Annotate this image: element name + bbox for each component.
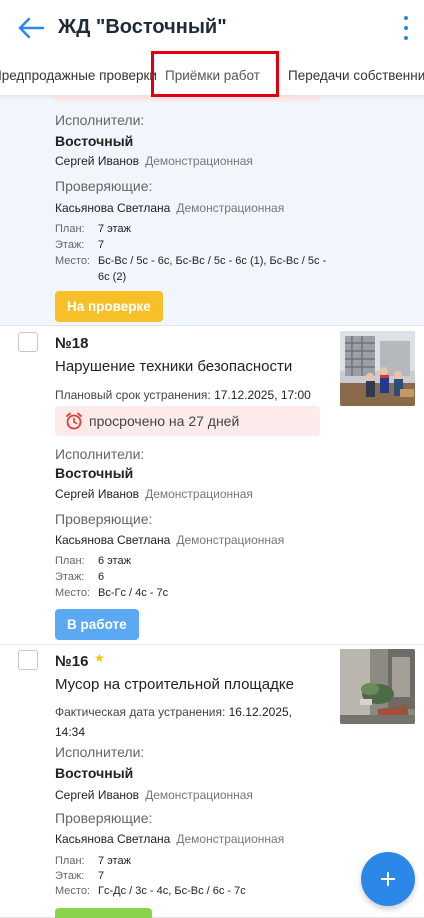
plan-row: План: 7 этаж xyxy=(55,221,131,237)
selected-tab-highlight xyxy=(151,51,279,97)
status-badge[interactable] xyxy=(55,908,152,918)
place-value: Гс-Дс / 3с - 4с, Бс-Вс / 6с - 7с xyxy=(98,885,246,897)
issue-photo[interactable] xyxy=(340,649,415,724)
plan-value: 7 этаж xyxy=(98,223,131,235)
status-badge[interactable]: В работе xyxy=(55,609,139,640)
performers-label: Исполнители: xyxy=(55,446,145,462)
reviewers-label: Проверяющие: xyxy=(55,810,153,826)
place-value: Вс-Гс / 4с - 7с xyxy=(98,587,169,599)
place-row: Место: Бс-Вс / 5с - 6с, Бс-Вс / 5с - 6с (… xyxy=(55,253,345,285)
issue-number: №16 xyxy=(55,653,89,670)
floor-value: 7 xyxy=(98,239,105,251)
place-label: Место: xyxy=(55,885,90,897)
select-checkbox[interactable] xyxy=(18,332,38,352)
reviewer-name: Касьянова Светлана xyxy=(55,201,171,215)
plan-row: План: 7 этаж xyxy=(55,853,131,869)
select-checkbox[interactable] xyxy=(18,650,38,670)
tab-presale-inspections[interactable]: Предпродажные проверки xyxy=(0,68,157,83)
arrow-left-icon[interactable] xyxy=(16,14,46,42)
deadline-line: Плановый срок устранения: 17.12.2025, 17… xyxy=(55,385,311,405)
reviewer-name: Касьянова Светлана xyxy=(55,533,171,547)
reviewer-role: Демонстрационная xyxy=(176,832,285,846)
more-vertical-icon[interactable] xyxy=(402,16,410,40)
reviewer-person: Касьянова Светлана Демонстрационная xyxy=(55,832,284,846)
plan-value: 6 этаж xyxy=(98,555,131,567)
issue-title: Мусор на строительной площадке xyxy=(55,676,294,693)
place-value: Бс-Вс / 5с - 6с, Бс-Вс / 5с - 6с (1), Бс… xyxy=(98,255,327,283)
page-title: ЖД "Восточный" xyxy=(58,16,227,38)
reviewers-label: Проверяющие: xyxy=(55,511,153,527)
floor-value: 6 xyxy=(98,571,105,583)
issue-number: №18 xyxy=(55,335,89,352)
app-header: ЖД "Восточный" xyxy=(0,0,424,56)
issue-title: Нарушение техники безопасности xyxy=(55,358,293,375)
place-label: Место: xyxy=(55,587,90,599)
plan-row: План: 6 этаж xyxy=(55,553,131,569)
place-row: Место: Вс-Гс / 4с - 7с xyxy=(55,585,345,601)
actual-date-label: Фактическая дата устранения: xyxy=(55,705,226,719)
reviewers-label: Проверяющие: xyxy=(55,178,153,194)
performer-name: Сергей Иванов xyxy=(55,487,140,501)
issue-card[interactable]: №18 Нарушение техники безопасности Плано… xyxy=(0,327,424,645)
place-label: Место: xyxy=(55,255,90,267)
deadline-label: Плановый срок устранения: xyxy=(55,388,211,402)
reviewer-role: Демонстрационная xyxy=(176,201,285,215)
performer-organization: Восточный xyxy=(55,765,134,781)
floor-row: Этаж: 6 xyxy=(55,569,104,585)
performer-role: Демонстрационная xyxy=(145,154,253,168)
performer-person: Сергей Иванов Демонстрационная xyxy=(55,154,253,168)
performers-label: Исполнители: xyxy=(55,744,145,760)
overdue-text: просрочено на 27 дней xyxy=(89,413,240,429)
floor-label: Этаж: xyxy=(55,239,85,251)
performer-person: Сергей Иванов Демонстрационная xyxy=(55,487,253,501)
plan-label: План: xyxy=(55,555,85,567)
floor-label: Этаж: xyxy=(55,870,85,882)
issue-card[interactable]: Исполнители: Восточный Сергей Иванов Демо… xyxy=(0,96,424,326)
tab-owner-transfers[interactable]: Передачи собственникам xyxy=(288,68,424,83)
performer-name: Сергей Иванов xyxy=(55,788,140,802)
actual-date-line: Фактическая дата устранения: 16.12.2025,… xyxy=(55,702,325,742)
add-button[interactable] xyxy=(361,852,415,906)
alarm-clock-icon xyxy=(66,412,82,430)
reviewer-person: Касьянова Светлана Демонстрационная xyxy=(55,533,284,547)
plan-label: План: xyxy=(55,223,85,235)
issue-photo[interactable] xyxy=(340,331,415,406)
performer-role: Демонстрационная xyxy=(145,487,253,501)
plan-value: 7 этаж xyxy=(98,855,131,867)
reviewer-name: Касьянова Светлана xyxy=(55,832,171,846)
floor-row: Этаж: 7 xyxy=(55,237,104,253)
deadline-value: 17.12.2025, 17:00 xyxy=(214,388,311,402)
status-badge[interactable]: На проверке xyxy=(55,291,163,322)
floor-row: Этаж: 7 xyxy=(55,868,104,884)
performer-organization: Восточный xyxy=(55,133,134,149)
reviewer-person: Касьянова Светлана Демонстрационная xyxy=(55,201,284,215)
performer-organization: Восточный xyxy=(55,465,134,481)
floor-label: Этаж: xyxy=(55,571,85,583)
place-row: Место: Гс-Дс / 3с - 4с, Бс-Вс / 6с - 7с xyxy=(55,883,345,899)
overdue-badge: просрочено на 27 дней xyxy=(55,406,320,436)
star-icon: ★ xyxy=(94,651,105,665)
plan-label: План: xyxy=(55,855,85,867)
performer-person: Сергей Иванов Демонстрационная xyxy=(55,788,253,802)
performer-name: Сергей Иванов xyxy=(55,154,140,168)
floor-value: 7 xyxy=(98,870,105,882)
reviewer-role: Демонстрационная xyxy=(176,533,285,547)
performers-label: Исполнители: xyxy=(55,112,145,128)
performer-role: Демонстрационная xyxy=(145,788,253,802)
